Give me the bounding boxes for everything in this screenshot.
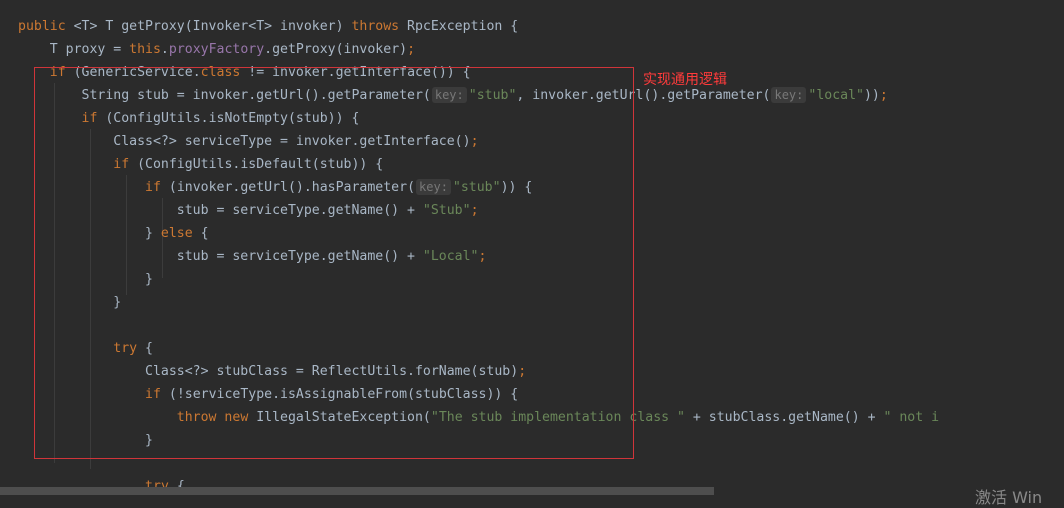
code-token: T proxy =	[18, 42, 130, 57]
annotation-label: 实现通用逻辑	[643, 72, 727, 88]
code-token: " not i	[883, 410, 940, 425]
annotation-box	[34, 67, 634, 459]
code-token: public	[18, 19, 66, 34]
code-token: this	[129, 42, 161, 57]
parameter-hint: key:	[771, 87, 807, 103]
code-token: <T> T getProxy(Invoker<T> invoker)	[65, 19, 352, 34]
code-token: + stubClass.getName() +	[684, 410, 884, 425]
code-token: RpcException {	[399, 19, 519, 34]
code-token: .	[160, 42, 169, 57]
code-token: proxyFactory	[168, 42, 265, 57]
code-token: ))	[863, 88, 880, 103]
horizontal-scrollbar-thumb[interactable]	[0, 487, 714, 495]
code-line[interactable]: public <T> T getProxy(Invoker<T> invoker…	[18, 17, 518, 37]
code-token: ;	[407, 42, 416, 57]
code-line[interactable]: T proxy = this.proxyFactory.getProxy(inv…	[18, 40, 415, 60]
activation-watermark: 激活 Win	[975, 488, 1043, 507]
code-token: "local"	[808, 88, 864, 103]
code-token: throws	[351, 19, 400, 34]
code-token: ;	[879, 88, 888, 103]
code-token: .getProxy(invoker)	[264, 42, 408, 57]
